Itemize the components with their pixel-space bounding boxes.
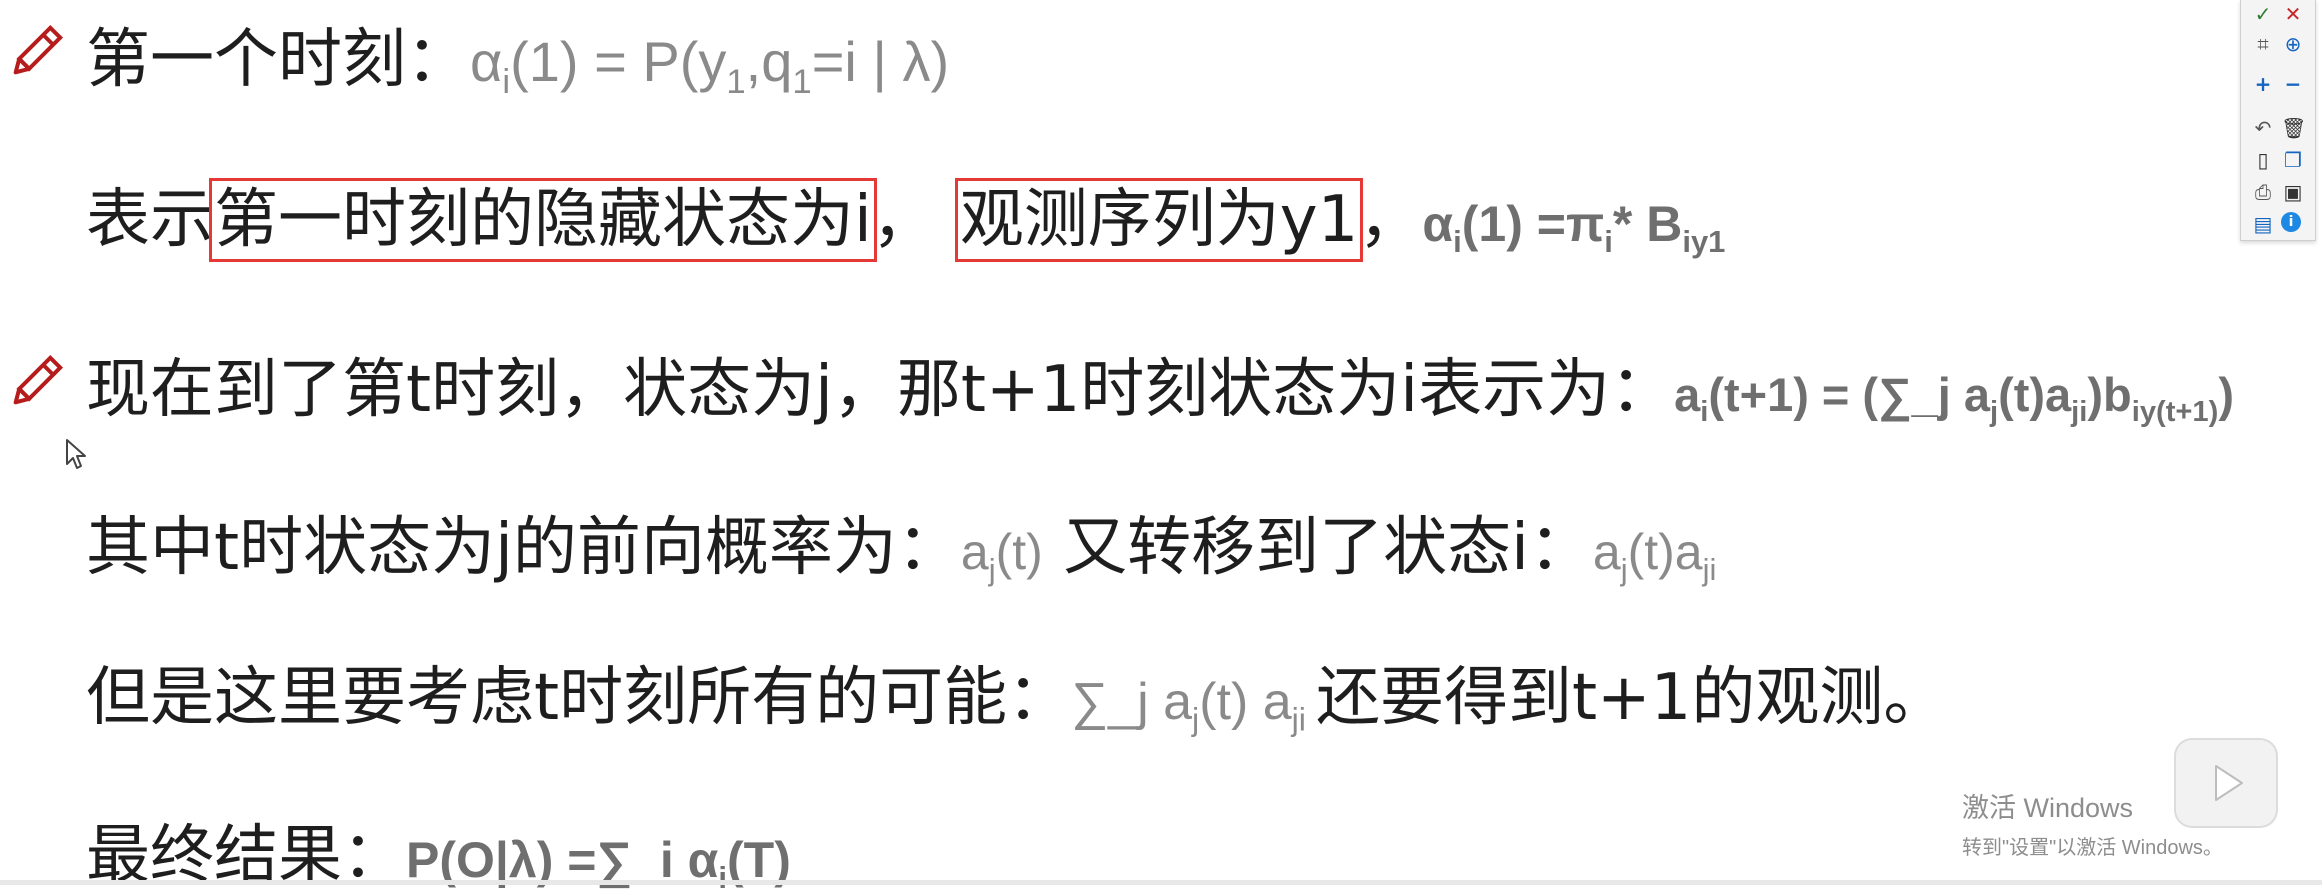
- forward-prob-label: 其中t时状态为j的前向概率为：: [86, 511, 961, 585]
- print-icon[interactable]: ⎙: [2251, 180, 2275, 204]
- comma: ，: [1358, 183, 1423, 257]
- close-icon[interactable]: ✕: [2281, 2, 2305, 26]
- cursor-icon: [66, 439, 86, 469]
- observation-note: 还要得到t+1的观测。: [1315, 661, 1948, 735]
- zoom-icon[interactable]: ⊕: [2281, 32, 2305, 56]
- pencil-icon: [13, 354, 64, 405]
- undo-icon[interactable]: ↶: [2251, 116, 2275, 140]
- meaning-prefix: 表示: [86, 183, 214, 257]
- annotation-toolbar: ✓ ✕ ⌗ ⊕ + − ↶ 🗑 ▯ ❐ ⎙ ▣ ▤ i: [2240, 0, 2316, 241]
- line-recursion: 现在到了第t时刻，状态为j，那t+1时刻状态为i表示为：ai(t+1) = (∑…: [86, 338, 2234, 430]
- first-moment-label: 第一个时刻：: [86, 23, 470, 97]
- crop-icon[interactable]: ⌗: [2251, 32, 2275, 56]
- line-first-moment: 第一个时刻：αi(1) = P(y1,q1=i | λ): [86, 8, 949, 102]
- line-meaning: 表示第一时刻的隐藏状态为i， 观测序列为y1，αi(1) =πi* Biy1: [86, 168, 1726, 262]
- save-icon[interactable]: ▣: [2281, 180, 2305, 204]
- first-moment-formula: αi(1) = P(y1,q1=i | λ): [470, 30, 950, 102]
- separator: ，: [871, 183, 936, 257]
- alpha-init-formula: αi(1) =πi* Biy1: [1422, 196, 1726, 259]
- bottom-edge: [0, 880, 2322, 885]
- trash-icon[interactable]: 🗑: [2281, 116, 2306, 140]
- line-all-possibilities: 但是这里要考虑t时刻所有的可能：∑_j aj(t) aji 还要得到t+1的观测。: [86, 646, 1947, 738]
- image-icon[interactable]: ▤: [2251, 212, 2275, 236]
- line-forward-prob: 其中t时状态为j的前向概率为：aj(t) 又转移到了状态i：aj(t)aji: [86, 496, 1716, 588]
- windows-activation-watermark: 激活 Windows 转到"设置"以激活 Windows。: [1962, 786, 2223, 860]
- check-icon[interactable]: ✓: [2251, 2, 2275, 26]
- all-possibilities-label: 但是这里要考虑t时刻所有的可能：: [86, 661, 1072, 735]
- transition-label: 又转移到了状态i：: [1042, 511, 1593, 585]
- boxed-observation: 观测序列为y1: [954, 178, 1364, 262]
- new-page-icon[interactable]: ▯: [2251, 148, 2275, 172]
- minus-icon[interactable]: −: [2281, 72, 2305, 96]
- recursion-label: 现在到了第t时刻，状态为j，那t+1时刻状态为i表示为：: [86, 353, 1675, 427]
- watermark-subtitle: 转到"设置"以激活 Windows。: [1962, 837, 2223, 859]
- boxed-hidden-state: 第一时刻的隐藏状态为i: [209, 178, 877, 262]
- copy-icon[interactable]: ❐: [2281, 148, 2305, 172]
- transition-formula: aj(t)aji: [1592, 524, 1717, 587]
- forward-prob-formula: aj(t): [960, 524, 1043, 587]
- watermark-title: 激活 Windows: [1962, 793, 2134, 823]
- info-icon[interactable]: i: [2281, 212, 2301, 232]
- sum-formula: ∑_j aj(t) aji: [1071, 673, 1306, 738]
- plus-icon[interactable]: +: [2251, 72, 2275, 96]
- pencil-icon: [13, 24, 64, 75]
- recursion-formula: ai(t+1) = (∑_j aj(t)aji)biy(t+1)): [1674, 368, 2234, 429]
